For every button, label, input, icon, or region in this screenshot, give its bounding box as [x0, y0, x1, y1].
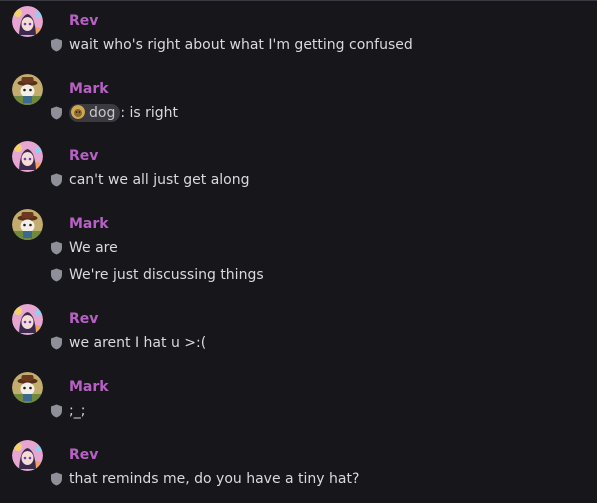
shield-icon — [51, 106, 62, 120]
mention-name: dog — [89, 105, 116, 121]
shield-icon — [51, 472, 62, 486]
message: ;_; — [50, 400, 590, 422]
anime-avatar-icon[interactable] — [12, 440, 43, 471]
message: We're just discussing things — [50, 264, 590, 286]
username[interactable]: Rev — [69, 310, 98, 328]
shield-icon — [51, 173, 62, 187]
message-text: wait who's right about what I'm getting … — [69, 37, 413, 53]
anime-avatar-icon[interactable] — [12, 6, 43, 37]
message: that reminds me, do you have a tiny hat? — [50, 468, 590, 490]
message: we arent I hat u >:( — [50, 332, 590, 354]
message: We are — [50, 237, 590, 259]
hat-avatar-icon[interactable] — [12, 209, 43, 240]
message: can't we all just get along — [50, 169, 590, 191]
anime-avatar-icon[interactable] — [12, 141, 43, 172]
shield-icon — [51, 404, 62, 418]
message-text: can't we all just get along — [69, 172, 250, 188]
top-divider — [0, 0, 597, 1]
shield-icon — [51, 268, 62, 282]
message: dog: is right — [50, 102, 590, 124]
message-suffix: : is right — [120, 105, 179, 121]
shield-icon — [51, 241, 62, 255]
message-text: that reminds me, do you have a tiny hat? — [69, 471, 360, 487]
message-text: We're just discussing things — [69, 267, 264, 283]
hat-avatar-icon[interactable] — [12, 372, 43, 403]
message-text: We are — [69, 240, 118, 256]
username[interactable]: Mark — [69, 378, 109, 396]
message: wait who's right about what I'm getting … — [50, 34, 590, 56]
message-text: dog: is right — [69, 104, 178, 122]
user-mention[interactable]: dog — [69, 104, 121, 122]
anime-avatar-icon[interactable] — [12, 304, 43, 335]
username[interactable]: Rev — [69, 446, 98, 464]
hat-avatar-icon[interactable] — [12, 74, 43, 105]
shield-icon — [51, 336, 62, 350]
shield-icon — [51, 38, 62, 52]
username[interactable]: Rev — [69, 12, 98, 30]
username[interactable]: Mark — [69, 215, 109, 233]
mention-avatar-icon — [71, 105, 85, 119]
username[interactable]: Rev — [69, 147, 98, 165]
message-text: ;_; — [69, 403, 86, 419]
message-text: we arent I hat u >:( — [69, 335, 207, 351]
username[interactable]: Mark — [69, 80, 109, 98]
